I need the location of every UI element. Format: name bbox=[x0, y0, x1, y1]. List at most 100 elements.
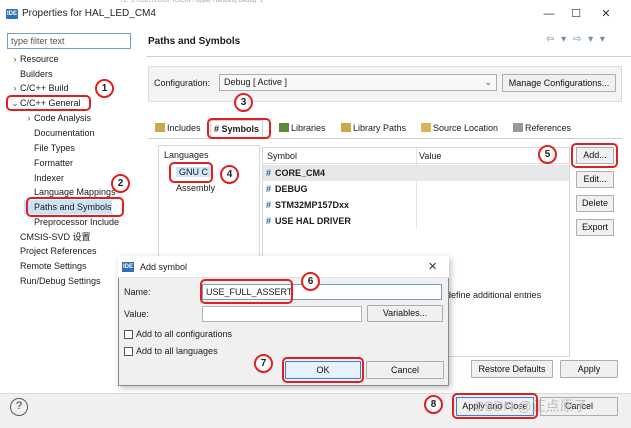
annotation-badge: 2 bbox=[111, 174, 130, 193]
configuration-label: Configuration: bbox=[154, 78, 211, 88]
annotation-badge: 3 bbox=[234, 93, 253, 112]
languages-title: Languages bbox=[164, 150, 209, 160]
source-location-icon bbox=[421, 123, 431, 132]
background-window-text: TE “2 HSEH LOOF R5CIN Fopper Handling De… bbox=[120, 0, 264, 3]
tree-item-label: Resource bbox=[20, 54, 59, 64]
annotation-badge: 4 bbox=[220, 165, 239, 184]
define-entries-text: define additional entries bbox=[446, 290, 542, 300]
edit-button[interactable]: Edit... bbox=[576, 171, 614, 188]
highlight-cc-general bbox=[6, 95, 91, 111]
page-title: Paths and Symbols bbox=[148, 36, 241, 47]
highlight-symbols-tab bbox=[207, 118, 271, 139]
chevron-icon[interactable]: › bbox=[10, 52, 20, 66]
configuration-value: Debug [ Active ] bbox=[224, 77, 288, 87]
highlight-name-input bbox=[200, 279, 293, 304]
highlight-add-button bbox=[571, 143, 618, 168]
maximize-icon[interactable]: ☐ bbox=[566, 6, 586, 22]
export-button[interactable]: Export bbox=[576, 219, 614, 236]
filter-input[interactable]: type filter text bbox=[7, 33, 131, 49]
tree-item[interactable]: › C/C++ Build bbox=[10, 81, 69, 95]
annotation-badge: 1 bbox=[95, 79, 114, 98]
tree-item-label: CMSIS-SVD 设置 bbox=[20, 232, 91, 242]
restore-defaults-button[interactable]: Restore Defaults bbox=[471, 360, 553, 378]
highlight-paths-symbols bbox=[26, 197, 124, 217]
annotation-badge: 8 bbox=[424, 395, 443, 414]
chevron-icon[interactable]: › bbox=[10, 81, 20, 95]
tab-libraries[interactable]: Libraries bbox=[276, 120, 329, 138]
highlight-gnu-c bbox=[169, 162, 213, 183]
language-item-assembly[interactable]: Assembly bbox=[176, 183, 215, 193]
value-label: Value: bbox=[124, 309, 149, 319]
tree-item-label: C/C++ Build bbox=[20, 83, 69, 93]
tree-item-label: Code Analysis bbox=[34, 113, 92, 123]
tree-item[interactable]: CMSIS-SVD 设置 bbox=[10, 230, 91, 244]
manage-configurations-button[interactable]: Manage Configurations... bbox=[502, 74, 616, 92]
apply-button[interactable]: Apply bbox=[560, 360, 618, 378]
dialog-cancel-button[interactable]: Cancel bbox=[366, 361, 444, 379]
symbol-hash-icon: # bbox=[266, 168, 272, 178]
annotation-badge: 6 bbox=[301, 272, 320, 291]
add-all-languages-checkbox[interactable] bbox=[124, 347, 133, 356]
add-all-configs-label: Add to all configurations bbox=[136, 329, 233, 339]
tree-item-label: Builders bbox=[20, 69, 53, 79]
tree-item[interactable]: › Resource bbox=[10, 52, 59, 66]
window-title: Properties for HAL_LED_CM4 bbox=[22, 8, 156, 19]
tree-item-label: Remote Settings bbox=[20, 261, 87, 271]
tab-references[interactable]: References bbox=[510, 120, 574, 138]
minimize-icon[interactable]: — bbox=[539, 6, 559, 22]
table-row[interactable]: # CORE_CM4 bbox=[263, 165, 569, 181]
library-paths-icon bbox=[341, 123, 351, 132]
configuration-select[interactable]: Debug [ Active ] ⌄ bbox=[219, 74, 497, 91]
dialog-title-bar: IDE Add symbol ✕ bbox=[118, 256, 449, 278]
symbol-hash-icon: # bbox=[266, 200, 272, 210]
table-row[interactable]: # STM32MP157Dxx bbox=[263, 197, 569, 213]
highlight-apply-close bbox=[452, 393, 538, 419]
symbol-column-header[interactable]: Symbol bbox=[267, 151, 297, 161]
includes-icon bbox=[155, 123, 165, 132]
tree-item[interactable]: › Code Analysis bbox=[24, 111, 92, 125]
add-all-languages-label: Add to all languages bbox=[136, 346, 218, 356]
tree-item[interactable]: Indexer bbox=[24, 171, 64, 185]
value-column-header[interactable]: Value bbox=[419, 151, 441, 161]
dialog-close-icon[interactable]: ✕ bbox=[428, 260, 437, 273]
annotation-badge: 7 bbox=[254, 354, 273, 373]
symbol-value-input[interactable] bbox=[202, 306, 362, 322]
close-icon[interactable]: ✕ bbox=[596, 6, 616, 22]
tree-item[interactable]: Project References bbox=[10, 244, 97, 258]
highlight-ok-button bbox=[282, 357, 364, 383]
tree-item[interactable]: Documentation bbox=[24, 126, 95, 140]
variables-button[interactable]: Variables... bbox=[367, 305, 443, 322]
tree-item-label: Run/Debug Settings bbox=[20, 276, 101, 286]
tree-item[interactable]: Remote Settings bbox=[10, 259, 87, 273]
tree-item-label: Formatter bbox=[34, 158, 74, 168]
ide-app-icon: IDE bbox=[122, 262, 134, 272]
tree-item[interactable]: Run/Debug Settings bbox=[10, 274, 101, 288]
chevron-icon[interactable]: › bbox=[24, 111, 34, 125]
tab-library-paths[interactable]: Library Paths bbox=[338, 120, 409, 138]
dialog-title: Add symbol bbox=[140, 262, 188, 272]
add-all-configs-checkbox[interactable] bbox=[124, 330, 133, 339]
delete-button[interactable]: Delete bbox=[576, 195, 614, 212]
chevron-down-icon: ⌄ bbox=[484, 77, 492, 87]
tree-item-label: Project References bbox=[20, 246, 97, 256]
tree-item[interactable]: Formatter bbox=[24, 156, 73, 170]
title-bar: IDE Properties for HAL_LED_CM4 — ☐ ✕ bbox=[0, 0, 631, 28]
table-row[interactable]: # USE HAL DRIVER bbox=[263, 213, 569, 229]
tab-source-location[interactable]: Source Location bbox=[418, 120, 501, 138]
tree-item-label: Documentation bbox=[34, 128, 95, 138]
tab-includes[interactable]: Includes bbox=[152, 120, 204, 138]
help-icon[interactable]: ? bbox=[10, 398, 28, 416]
tree-item[interactable]: File Types bbox=[24, 141, 75, 155]
references-icon bbox=[513, 123, 523, 132]
history-nav-icons[interactable]: ⇦ ▾ ⇨ ▾ ▾ bbox=[546, 34, 607, 45]
symbol-hash-icon: # bbox=[266, 184, 272, 194]
symbol-hash-icon: # bbox=[266, 216, 272, 226]
tree-item[interactable]: Preprocessor Include bbox=[24, 215, 119, 229]
libraries-icon bbox=[279, 123, 289, 132]
tree-item[interactable]: Builders bbox=[10, 67, 53, 81]
table-row[interactable]: # DEBUG bbox=[263, 181, 569, 197]
header-divider bbox=[146, 56, 631, 57]
tree-item-label: File Types bbox=[34, 143, 75, 153]
annotation-badge: 5 bbox=[538, 145, 557, 164]
tree-item-label: Language Mappings bbox=[34, 187, 116, 197]
